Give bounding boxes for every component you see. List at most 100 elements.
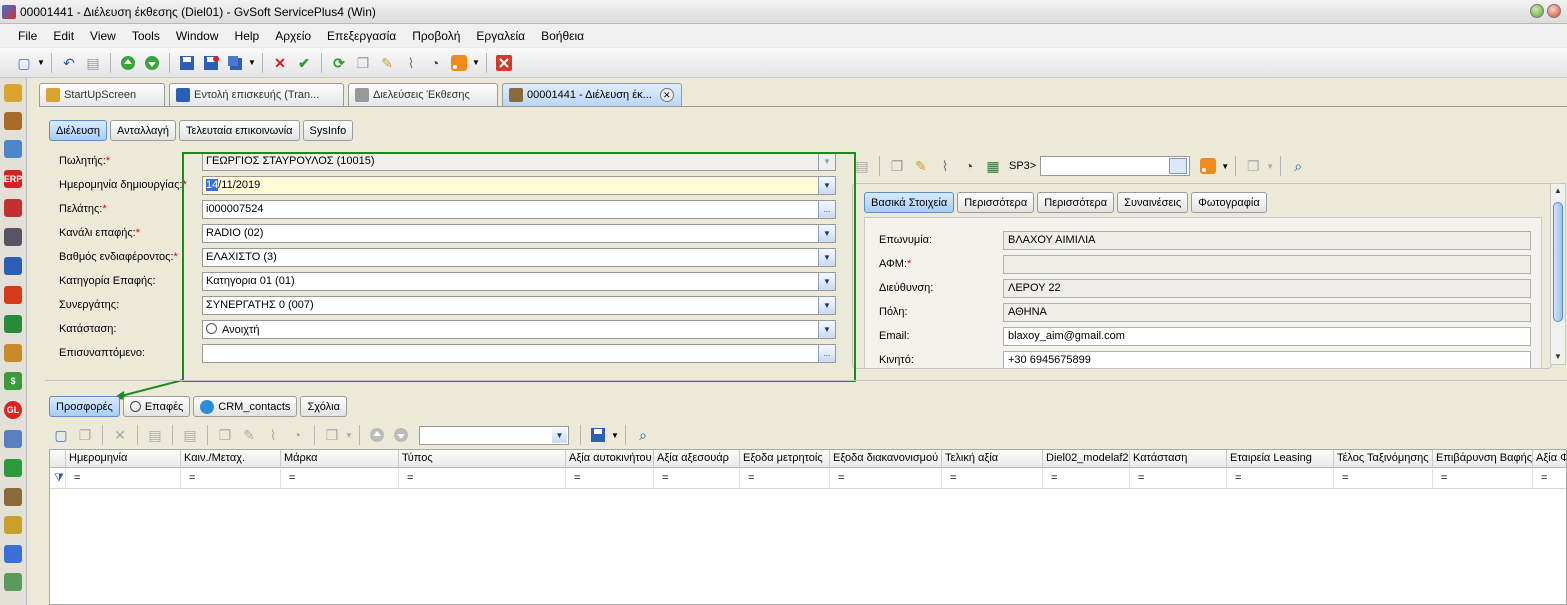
column-header[interactable]: Τέλος Ταξινόμησης <box>1334 450 1433 468</box>
print-icon[interactable]: ▤ <box>83 53 103 73</box>
filter-cell[interactable]: = <box>399 469 566 489</box>
rss-icon[interactable] <box>1198 156 1218 176</box>
column-header[interactable]: Αξία αξεσουάρ <box>654 450 740 468</box>
menu-help[interactable]: Help <box>227 29 268 43</box>
menu-ergaleia[interactable]: Εργαλεία <box>468 29 533 43</box>
notes-icon[interactable]: ✎ <box>911 156 931 176</box>
export-icon[interactable]: ❐ <box>322 425 342 445</box>
filter-cell[interactable]: = <box>740 469 830 489</box>
save-all-icon[interactable] <box>225 53 245 73</box>
menu-edit[interactable]: Edit <box>45 29 82 43</box>
delete-row-icon[interactable]: ✕ <box>110 425 130 445</box>
save-close-icon[interactable] <box>201 53 221 73</box>
close-window-button[interactable] <box>1547 4 1561 18</box>
menu-file[interactable]: File <box>10 29 45 43</box>
column-header[interactable]: Εξοδα μετρητοίς <box>740 450 830 468</box>
user-lock-icon[interactable] <box>4 488 22 506</box>
tab-comments[interactable]: Σχόλια <box>300 396 347 417</box>
grid-filter-select[interactable]: ▼ <box>419 425 569 445</box>
window-icon[interactable] <box>4 545 22 563</box>
filter-cell[interactable]: = <box>830 469 942 489</box>
user-shop-icon[interactable] <box>4 112 22 130</box>
tab-more-1[interactable]: Περισσότερα <box>957 192 1035 213</box>
undo-icon[interactable]: ↶ <box>59 53 79 73</box>
alarm-clock-icon[interactable]: ◔ <box>287 425 307 445</box>
save-icon[interactable] <box>177 53 197 73</box>
column-header[interactable]: Καιν./Μεταχ. <box>181 450 281 468</box>
new-dropdown-icon[interactable]: ▼ <box>36 58 46 67</box>
save-dropdown-icon[interactable]: ▼ <box>247 58 257 67</box>
menu-voitheia[interactable]: Βοήθεια <box>533 29 592 43</box>
column-header[interactable]: Εταιρεία Leasing <box>1227 450 1334 468</box>
city-field[interactable]: ΑΘΗΝΑ <box>1003 303 1531 322</box>
rss-dropdown-icon[interactable]: ▼ <box>471 58 481 67</box>
column-header[interactable]: Ημερομηνία <box>66 450 181 468</box>
money-icon[interactable]: $ <box>4 372 22 390</box>
rss-dropdown-icon[interactable]: ▼ <box>1220 162 1230 171</box>
dropdown-arrow-icon[interactable]: ▼ <box>552 427 567 443</box>
copy-row-icon[interactable]: ❐ <box>75 425 95 445</box>
tab-offers[interactable]: Προσφορές <box>49 396 120 417</box>
notes-icon[interactable]: ✎ <box>239 425 259 445</box>
menu-window[interactable]: Window <box>168 29 227 43</box>
filter-cell[interactable]: = <box>1533 469 1566 489</box>
new-document-icon[interactable]: ▢ <box>14 53 34 73</box>
column-header[interactable]: Εξοδα διακανονισμού <box>830 450 942 468</box>
search-button-icon[interactable] <box>1169 158 1188 174</box>
tab-current-visit[interactable]: 00001441 - Διέλευση έκ... ✕ <box>502 83 682 106</box>
column-header[interactable]: Αξία αυτοκινήτου <box>566 450 654 468</box>
customer-scrollbar[interactable]: ▲ ▼ <box>1550 183 1566 365</box>
column-header[interactable]: Επιβάρυνση Βαφής <box>1433 450 1533 468</box>
erp-icon[interactable]: ERP <box>4 170 22 188</box>
person-icon[interactable] <box>4 228 22 246</box>
export-icon[interactable]: ❐ <box>1243 156 1263 176</box>
alarm-clock-icon[interactable]: ◔ <box>959 156 979 176</box>
filter-funnel-icon[interactable]: ⧩ <box>50 469 66 489</box>
exit-icon[interactable] <box>4 459 22 477</box>
package-icon[interactable] <box>4 344 22 362</box>
alarm-clock-icon[interactable]: ◔ <box>425 53 445 73</box>
calculator-icon[interactable]: ▦ <box>983 156 1003 176</box>
cancel-icon[interactable]: ✕ <box>270 53 290 73</box>
report-icon[interactable] <box>4 516 22 534</box>
column-header[interactable]: Τελική αξία <box>942 450 1043 468</box>
move-up-icon[interactable] <box>367 425 387 445</box>
filter-cell[interactable]: = <box>1043 469 1130 489</box>
confirm-icon[interactable]: ✔ <box>294 53 314 73</box>
close-record-icon[interactable] <box>494 53 514 73</box>
filter-cell[interactable]: = <box>1227 469 1334 489</box>
filter-cell[interactable]: = <box>566 469 654 489</box>
save-layout-icon[interactable] <box>588 425 608 445</box>
wrench-icon[interactable] <box>4 315 22 333</box>
tools-icon[interactable] <box>4 257 22 275</box>
column-header[interactable]: Κατάσταση <box>1130 450 1227 468</box>
move-down-icon[interactable] <box>391 425 411 445</box>
scroll-thumb[interactable] <box>1553 202 1563 322</box>
column-header[interactable]: Diel02_modelaf2 <box>1043 450 1130 468</box>
menu-archeio[interactable]: Αρχείο <box>267 29 319 43</box>
address-field[interactable]: ΛΕΡΟΥ 22 <box>1003 279 1531 298</box>
filter-cell[interactable]: = <box>181 469 281 489</box>
filter-cell[interactable]: = <box>1433 469 1533 489</box>
attachment-icon[interactable]: ⌇ <box>263 425 283 445</box>
mobile-field[interactable]: +30 6945675899 <box>1003 351 1531 368</box>
tab-consents[interactable]: Συναινέσεις <box>1117 192 1189 213</box>
find-icon[interactable]: ⌕ <box>1288 156 1308 176</box>
maximize-button[interactable] <box>1530 4 1544 18</box>
company-name-field[interactable]: ΒΛΑΧΟΥ ΑΙΜΙΛΙΑ <box>1003 231 1531 250</box>
column-header[interactable]: Μάρκα <box>281 450 399 468</box>
edit-list-icon[interactable] <box>4 430 22 448</box>
tab-basic-info[interactable]: Βασικά Στοιχεία <box>864 192 955 213</box>
column-header[interactable]: Αξία Φ <box>1533 450 1566 468</box>
filter-cell[interactable]: = <box>281 469 399 489</box>
move-down-icon[interactable] <box>142 53 162 73</box>
new-row-icon[interactable]: ▢ <box>51 425 71 445</box>
vat-field[interactable] <box>1003 255 1531 274</box>
tab-contacts[interactable]: Επαφές <box>122 396 191 417</box>
menu-view[interactable]: View <box>82 29 124 43</box>
export-dropdown-icon[interactable]: ▼ <box>344 431 354 440</box>
move-up-icon[interactable] <box>118 53 138 73</box>
tab-showroom-visits[interactable]: Διελεύσεις Έκθεσης <box>348 83 498 106</box>
scroll-up-icon[interactable]: ▲ <box>1551 184 1565 198</box>
refresh-icon[interactable]: ⟳ <box>329 53 349 73</box>
